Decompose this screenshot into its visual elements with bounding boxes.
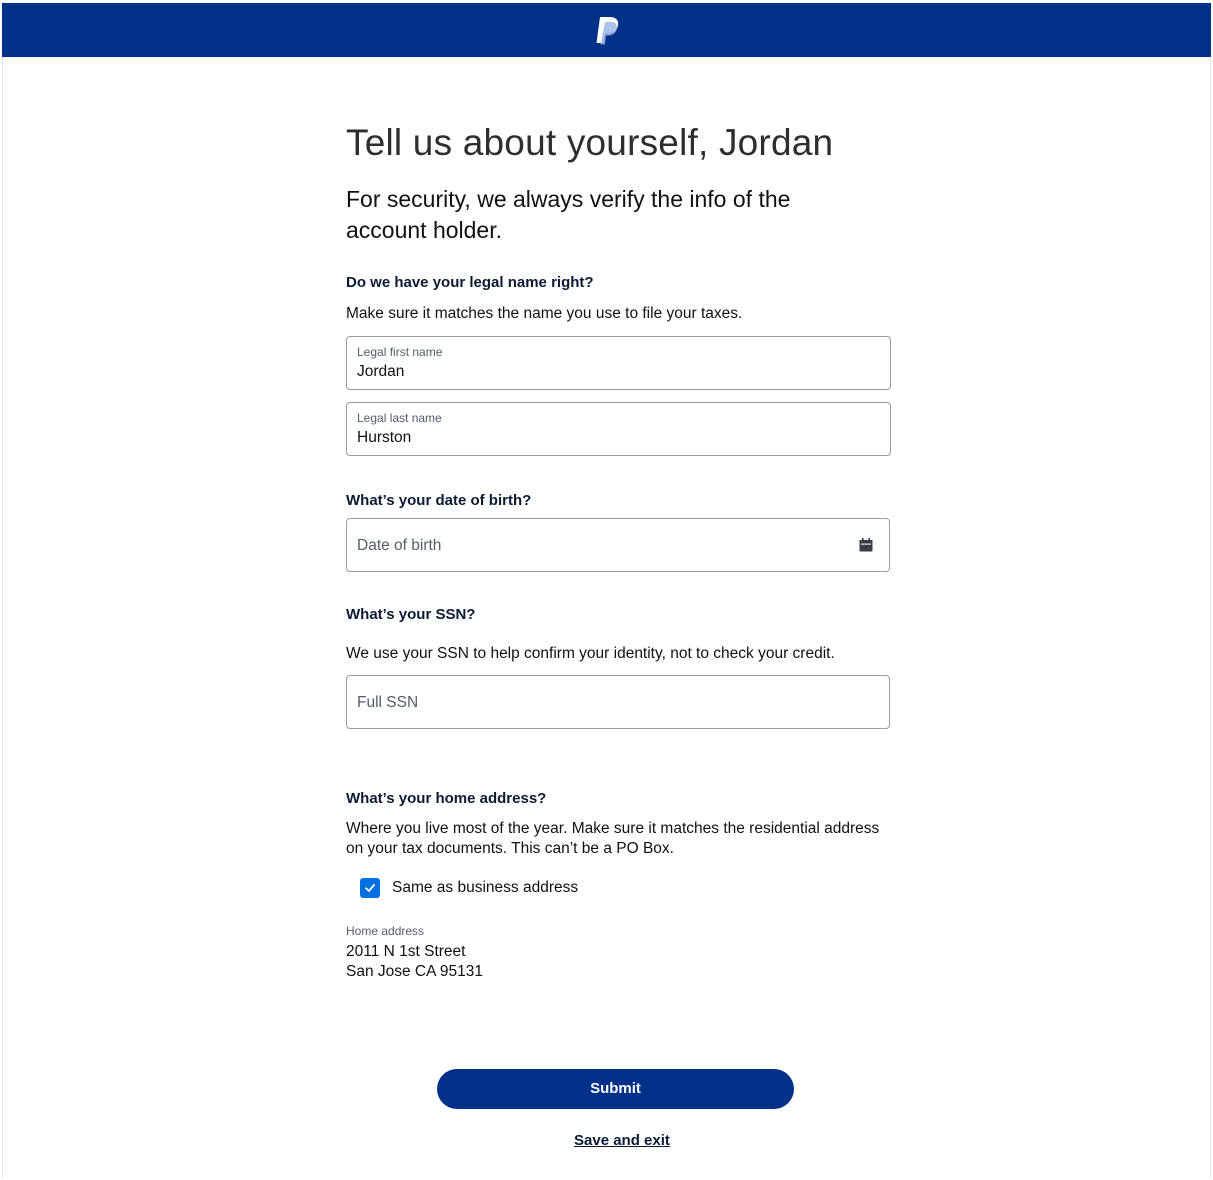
same-as-business-checkbox[interactable] (360, 878, 380, 898)
same-as-business-label[interactable]: Same as business address (392, 879, 578, 897)
home-address-description: Where you live most of the year. Make su… (346, 820, 880, 857)
ssn-placeholder: Full SSN (357, 694, 419, 711)
ssn-heading: What’s your SSN? (346, 606, 476, 623)
ssn-description: We use your SSN to help confirm your ide… (346, 645, 835, 662)
page-title: Tell us about yourself, Jordan (346, 122, 834, 163)
legal-last-name-label: Legal last name (357, 411, 442, 425)
page-frame (2, 2, 1211, 1178)
legal-name-description: Make sure it matches the name you use to… (346, 305, 743, 322)
home-address-line1: 2011 N 1st Street (346, 943, 466, 960)
dob-heading: What’s your date of birth? (346, 492, 532, 509)
legal-first-name-value[interactable]: Jordan (357, 363, 404, 381)
dob-field[interactable]: Date of birth (346, 518, 890, 572)
page-subtitle: For security, we always verify the info … (346, 186, 791, 243)
legal-last-name-field[interactable]: Legal last name Hurston (346, 402, 891, 456)
legal-name-heading: Do we have your legal name right? (346, 274, 594, 291)
checkmark-icon (365, 884, 375, 892)
home-address-line2: San Jose CA 95131 (346, 963, 484, 980)
save-and-exit-link[interactable]: Save and exit (574, 1132, 670, 1149)
calendar-icon[interactable] (859, 538, 873, 552)
header-bar (2, 3, 1211, 57)
ssn-field[interactable]: Full SSN (346, 675, 890, 729)
legal-first-name-label: Legal first name (357, 345, 443, 359)
submit-button[interactable]: Submit (437, 1069, 794, 1109)
dob-placeholder: Date of birth (357, 537, 442, 554)
legal-first-name-field[interactable]: Legal first name Jordan (346, 336, 891, 390)
home-address-label: Home address (346, 924, 425, 938)
legal-last-name-value[interactable]: Hurston (357, 429, 411, 447)
home-address-heading: What’s your home address? (346, 790, 547, 807)
paypal-logo-icon[interactable] (594, 15, 622, 47)
